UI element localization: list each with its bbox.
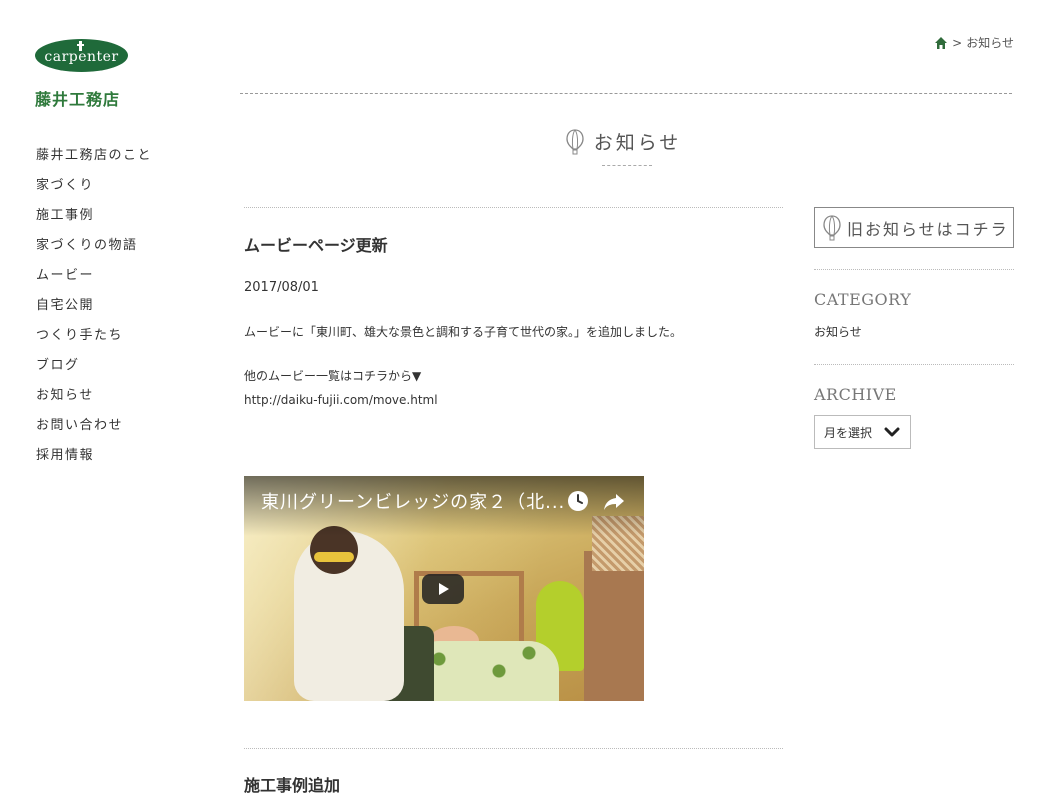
cross-icon: [77, 41, 84, 51]
sidebar-divider: [814, 269, 1014, 270]
nav-item-news[interactable]: お知らせ: [36, 386, 152, 416]
post-divider: [244, 748, 783, 749]
sidebar-divider: [814, 364, 1014, 365]
breadcrumb: > お知らせ: [934, 34, 1014, 51]
movie-page-link[interactable]: http://daiku-fujii.com/move.html: [244, 393, 438, 407]
post-body-line: ムービーに「東川町、雄大な景色と調和する子育て世代の家。」を追加しました。: [244, 325, 683, 339]
video-title[interactable]: 東川グリーンビレッジの家２（北...: [261, 488, 565, 514]
nav-item-stories[interactable]: 家づくりの物語: [36, 236, 152, 266]
watch-later-icon[interactable]: [566, 489, 590, 513]
page-title: お知らせ: [593, 132, 682, 154]
nav-item-makers[interactable]: つくり手たち: [36, 326, 152, 356]
archive-select[interactable]: 月を選択: [814, 415, 911, 449]
breadcrumb-separator: >: [952, 35, 963, 50]
company-name[interactable]: 藤井工務店: [35, 86, 120, 110]
post-date: 2017/08/01: [244, 280, 319, 295]
breadcrumb-current: お知らせ: [966, 36, 1014, 50]
nav-item-works[interactable]: 施工事例: [36, 206, 152, 236]
post-link-line: http://daiku-fujii.com/move.html: [244, 388, 438, 412]
post-body-line: 他のムービー一覧はコチラから▼: [244, 369, 422, 383]
post-divider: [244, 207, 783, 208]
title-underline: [602, 165, 652, 166]
play-button[interactable]: [422, 574, 464, 604]
post-title[interactable]: ムービーページ更新: [244, 232, 388, 256]
category-heading: CATEGORY: [814, 290, 912, 309]
nav-item-blog[interactable]: ブログ: [36, 356, 152, 386]
old-news-button[interactable]: 旧お知らせはコチラ: [814, 207, 1014, 248]
video-player[interactable]: 東川グリーンビレッジの家２（北...: [244, 476, 644, 701]
nav-item-recruit[interactable]: 採用情報: [36, 446, 152, 476]
page-title-area: お知らせ: [0, 128, 1047, 159]
archive-heading: ARCHIVE: [814, 385, 897, 404]
balloon-icon: [566, 128, 584, 154]
category-item-news[interactable]: お知らせ: [814, 323, 862, 340]
archive-select-value: 月を選択: [824, 425, 873, 440]
video-thumbnail-headband: [314, 552, 354, 562]
header-divider: [240, 93, 1012, 94]
home-icon[interactable]: [934, 36, 948, 50]
balloon-icon: [823, 214, 841, 240]
nav-item-movie[interactable]: ムービー: [36, 266, 152, 296]
old-news-label: 旧お知らせはコチラ: [847, 219, 1009, 239]
nav-item-contact[interactable]: お問い合わせ: [36, 416, 152, 446]
nav-item-open-house[interactable]: 自宅公開: [36, 296, 152, 326]
side-nav: 藤井工務店のこと 家づくり 施工事例 家づくりの物語 ムービー 自宅公開 つくり…: [36, 146, 152, 476]
share-icon[interactable]: [602, 489, 626, 513]
nav-item-house-building[interactable]: 家づくり: [36, 176, 152, 206]
chevron-down-icon: [884, 427, 900, 437]
video-thumbnail-shelf: [584, 551, 644, 701]
post-title[interactable]: 施工事例追加: [244, 772, 340, 796]
logo[interactable]: carpenter: [35, 39, 128, 72]
